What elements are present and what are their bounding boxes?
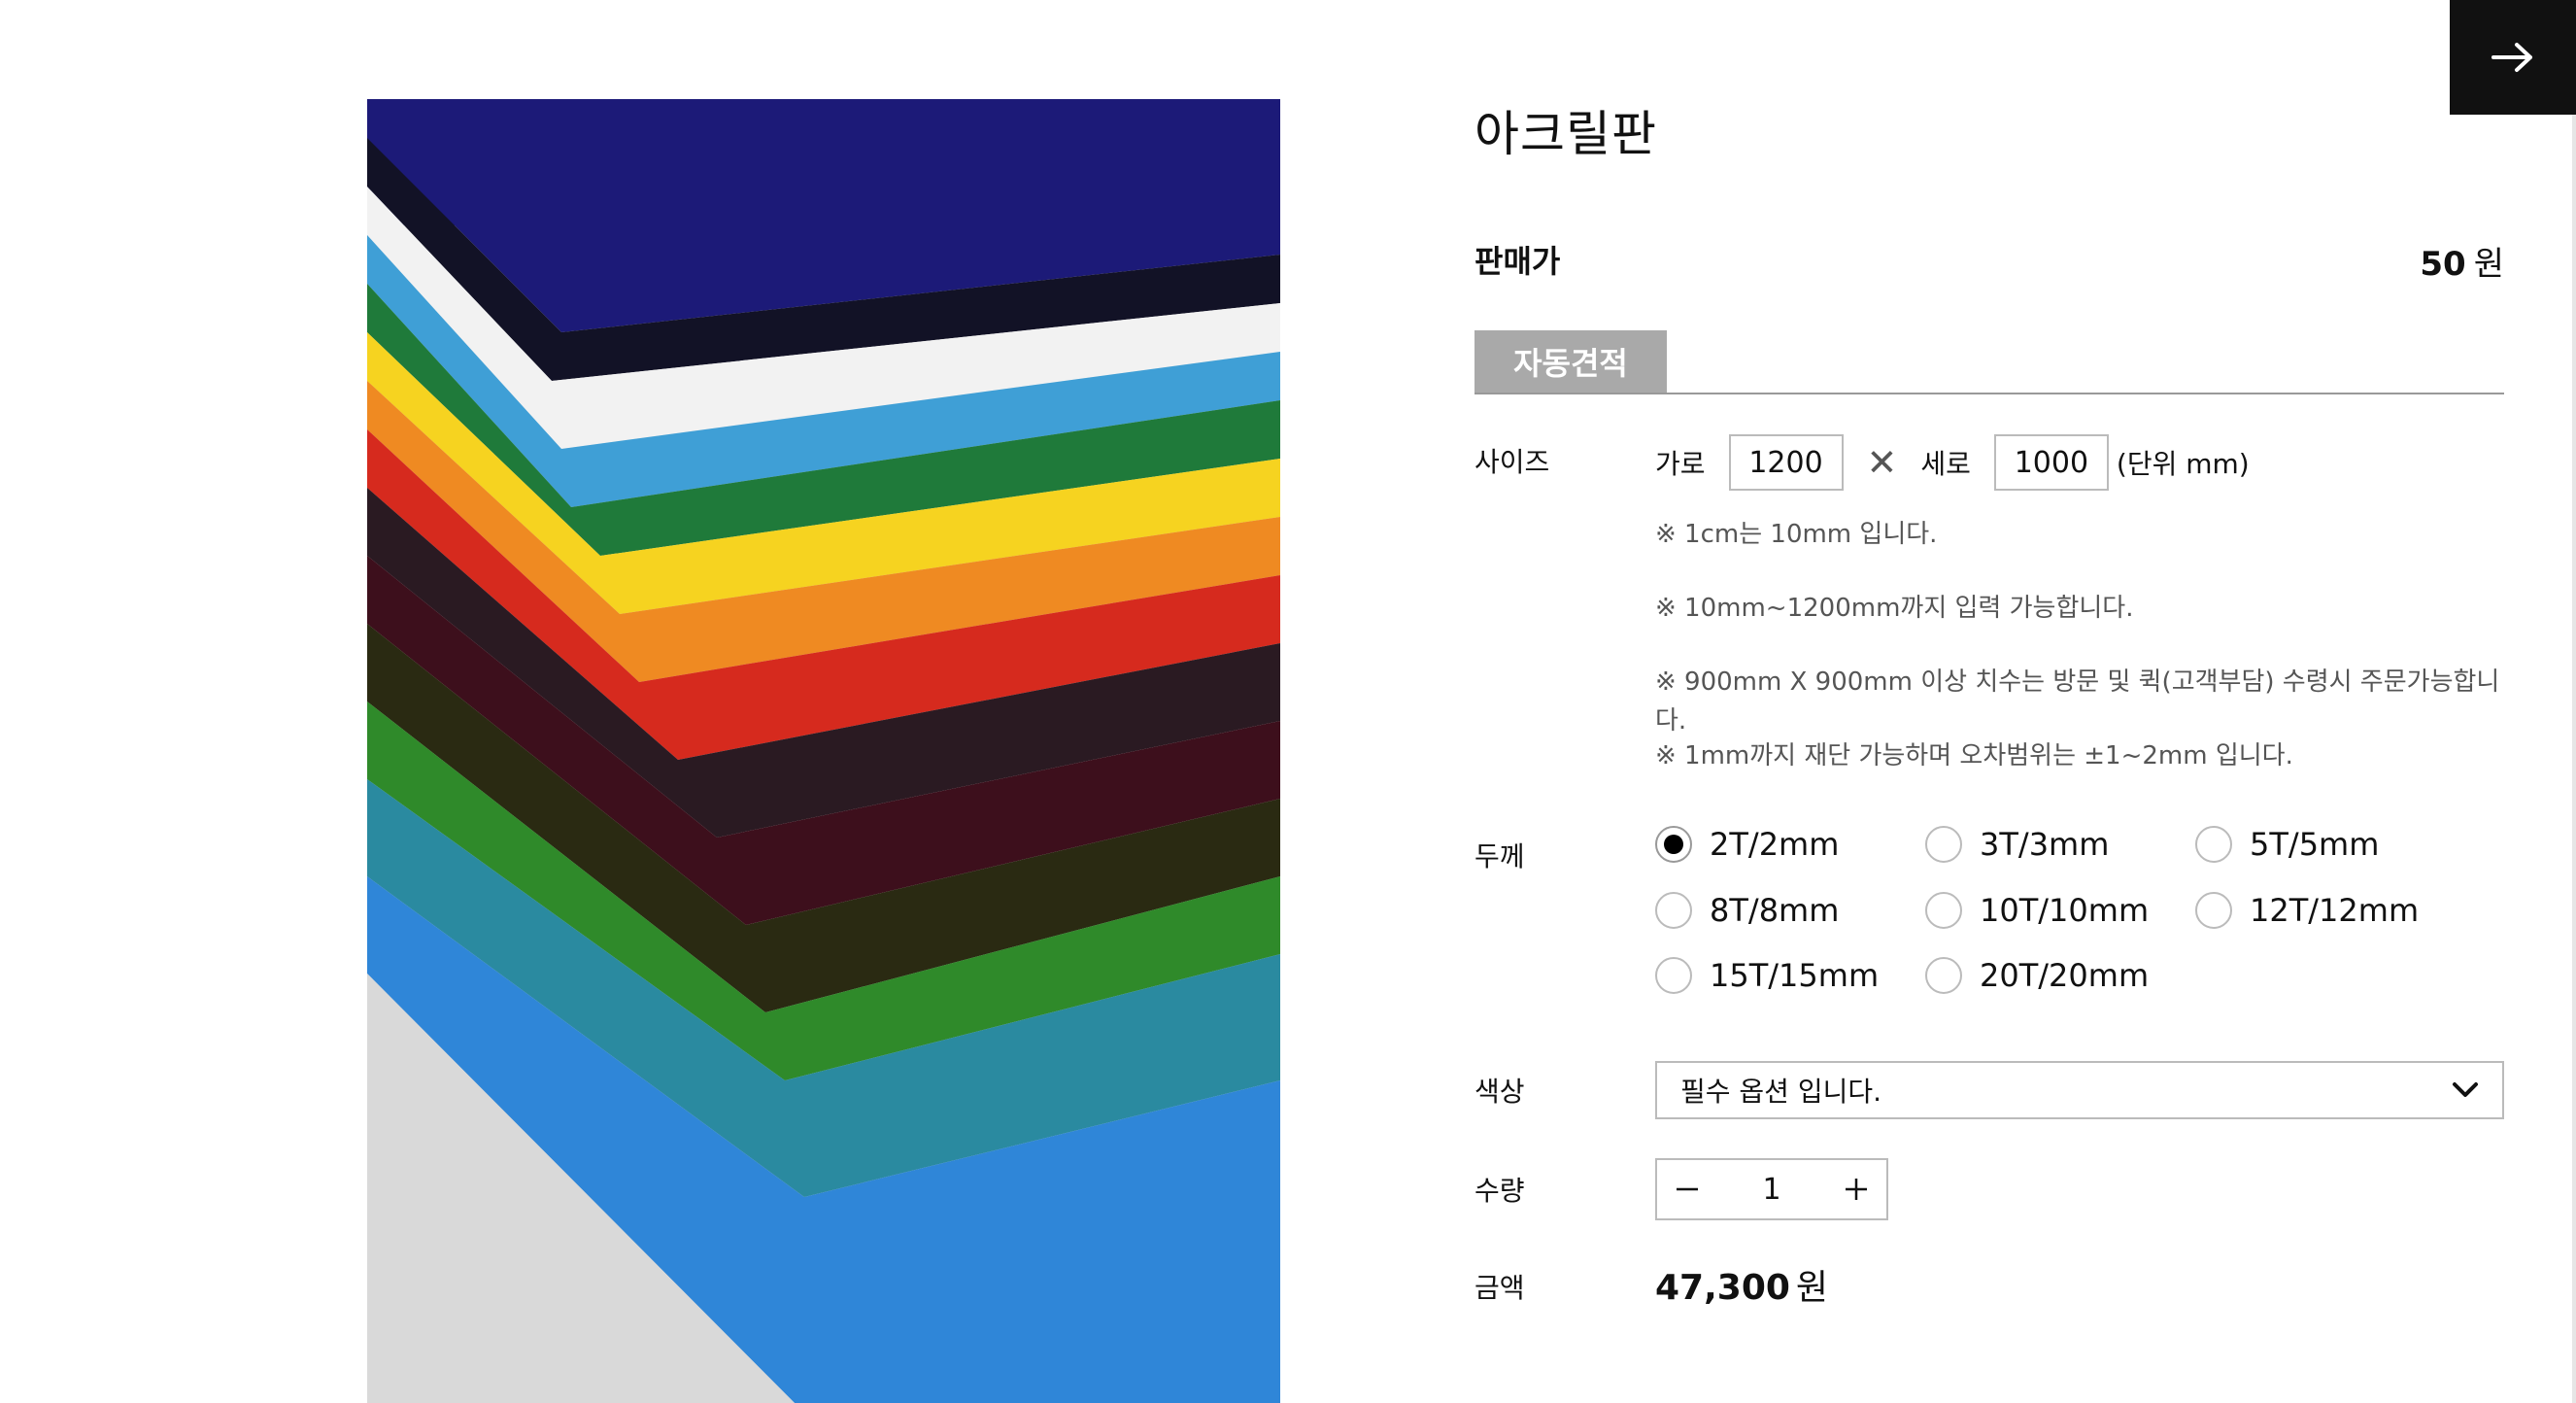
quantity-label: 수량 — [1474, 1175, 1525, 1207]
radio[interactable] — [1925, 826, 1962, 863]
chevron-down-icon — [2453, 1082, 2478, 1097]
multiply-icon: ✕ — [1866, 441, 1898, 484]
thickness-option-20t[interactable]: 20T/20mm — [1925, 957, 2149, 994]
product-image — [367, 99, 1280, 1403]
radio-selected[interactable] — [1655, 826, 1692, 863]
size-note: ※ 1cm는 10mm 입니다. — [1655, 520, 1938, 549]
tab-auto-estimate[interactable]: 자동견적 — [1474, 330, 1667, 393]
thickness-option-2t[interactable]: 2T/2mm — [1655, 826, 1839, 863]
thickness-option-12t[interactable]: 12T/12mm — [2195, 892, 2419, 929]
radio[interactable] — [1655, 957, 1692, 994]
total-label: 금액 — [1474, 1272, 1525, 1304]
increment-button[interactable] — [1826, 1160, 1886, 1218]
price-label: 판매가 — [1474, 243, 1561, 280]
height-input[interactable]: 1000 — [1993, 434, 2109, 491]
tab-bar: 자동견적 — [1474, 330, 2504, 394]
color-label: 색상 — [1474, 1076, 1525, 1108]
scroll-edge — [2572, 115, 2576, 1403]
thickness-option-15t[interactable]: 15T/15mm — [1655, 957, 1879, 994]
radio[interactable] — [1655, 892, 1692, 929]
size-note: ※ 1mm까지 재단 가능하며 오차범위는 ±1~2mm 입니다. — [1655, 741, 2293, 770]
thickness-option-label: 12T/12mm — [2250, 892, 2420, 929]
thickness-option-label: 5T/5mm — [2250, 826, 2380, 863]
total-unit: 원 — [1795, 1268, 1829, 1308]
total-value: 47,300 — [1655, 1268, 1790, 1308]
thickness-option-label: 10T/10mm — [1980, 892, 2150, 929]
plus-icon — [1846, 1179, 1867, 1200]
thickness-option-label: 15T/15mm — [1710, 957, 1880, 994]
radio[interactable] — [2195, 826, 2232, 863]
width-label: 가로 — [1655, 448, 1706, 480]
width-input[interactable]: 1200 — [1728, 434, 1844, 491]
size-note: ※ 10mm~1200mm까지 입력 가능합니다. — [1655, 594, 2134, 623]
radio[interactable] — [1925, 957, 1962, 994]
thickness-option-label: 3T/3mm — [1980, 826, 2110, 863]
thickness-option-label: 20T/20mm — [1980, 957, 2150, 994]
decrement-button[interactable] — [1657, 1160, 1717, 1218]
acrylic-sheets-photo — [367, 99, 1280, 1403]
radio[interactable] — [2195, 892, 2232, 929]
thickness-option-3t[interactable]: 3T/3mm — [1925, 826, 2109, 863]
thickness-label: 두께 — [1474, 840, 1525, 873]
size-row: 가로 1200 ✕ 세로 1000 (단위 mm) — [1655, 433, 2250, 492]
radio[interactable] — [1925, 892, 1962, 929]
size-label: 사이즈 — [1474, 446, 1550, 478]
thickness-option-label: 2T/2mm — [1710, 826, 1840, 863]
product-info-panel: 아크릴판 판매가 50 원 자동견적 사이즈 가로 1200 ✕ 세로 1000 … — [1474, 0, 2504, 1403]
price-amount: 50 — [2420, 245, 2466, 284]
product-title: 아크릴판 — [1474, 106, 1657, 162]
height-label: 세로 — [1920, 448, 1971, 480]
size-notes: ※ 1cm는 10mm 입니다. ※ 10mm~1200mm까지 입력 가능합니… — [1655, 515, 2504, 810]
size-note: ※ 900mm X 900mm 이상 치수는 방문 및 퀵(고객부담) 수령시 … — [1655, 667, 2500, 736]
unit-note: (단위 mm) — [2116, 448, 2250, 480]
minus-icon — [1677, 1187, 1698, 1191]
quantity-value[interactable]: 1 — [1717, 1173, 1826, 1207]
thickness-option-5t[interactable]: 5T/5mm — [2195, 826, 2379, 863]
quantity-stepper: 1 — [1655, 1158, 1888, 1220]
thickness-option-label: 8T/8mm — [1710, 892, 1840, 929]
price-unit: 원 — [2473, 245, 2504, 284]
thickness-option-8t[interactable]: 8T/8mm — [1655, 892, 1839, 929]
price-value: 50 원 — [2420, 237, 2504, 285]
thickness-option-10t[interactable]: 10T/10mm — [1925, 892, 2149, 929]
color-select[interactable]: 필수 옵션 입니다. — [1655, 1061, 2504, 1119]
color-select-value: 필수 옵션 입니다. — [1680, 1076, 1882, 1108]
total-amount: 47,300 원 — [1655, 1259, 1828, 1310]
